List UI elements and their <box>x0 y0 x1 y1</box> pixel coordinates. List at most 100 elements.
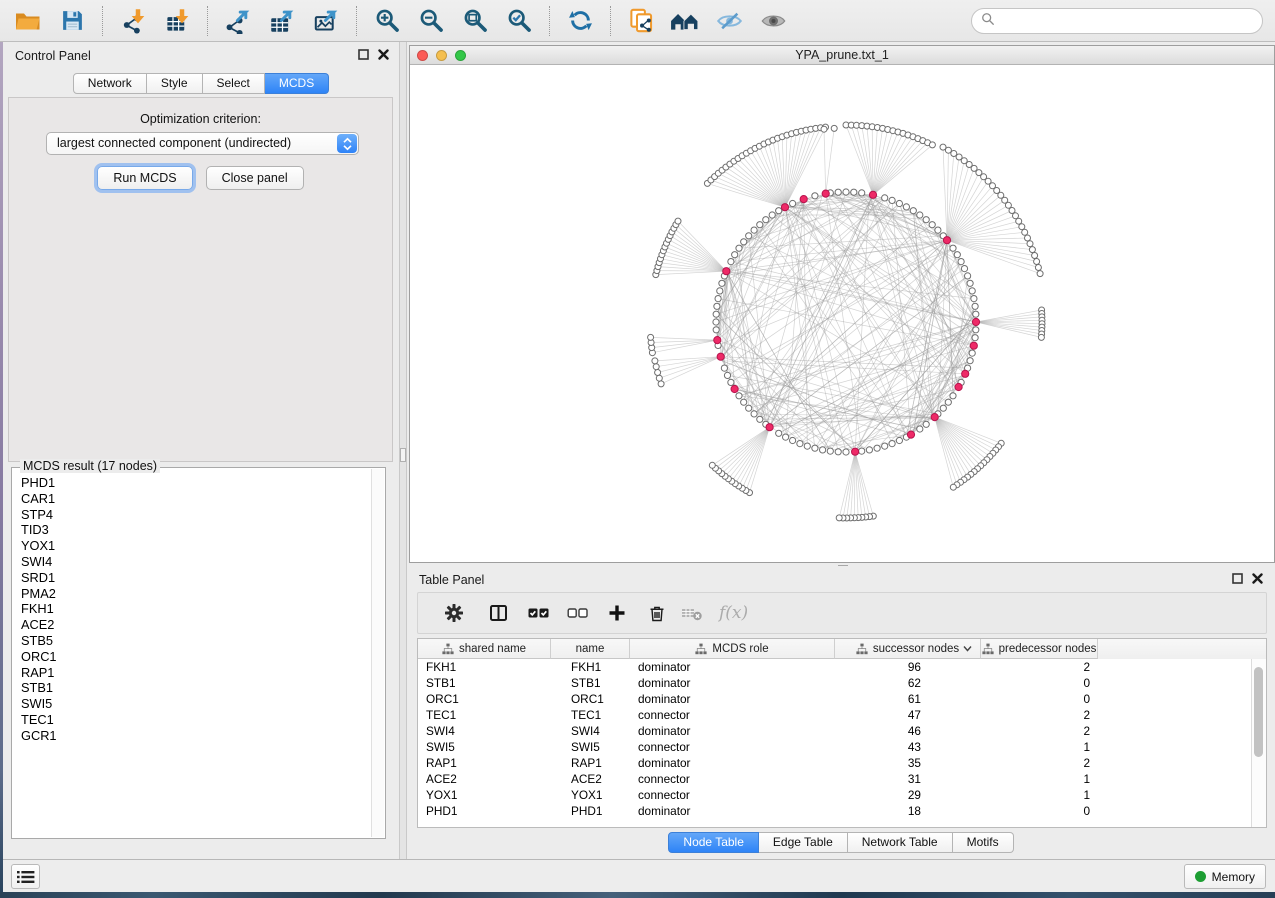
network-hub-node[interactable] <box>766 424 773 431</box>
float-panel-icon[interactable] <box>358 49 369 60</box>
table-row[interactable]: SWI5SWI5connector431 <box>418 739 1266 755</box>
column-header-MCDS-role[interactable]: MCDS role <box>630 639 835 659</box>
network-node[interactable] <box>1034 259 1040 265</box>
network-node[interactable] <box>973 311 979 317</box>
network-node[interactable] <box>1022 229 1028 235</box>
network-node[interactable] <box>1019 224 1025 230</box>
network-node[interactable] <box>961 266 967 272</box>
vertical-splitter[interactable] <box>399 42 407 859</box>
mcds-result-node[interactable]: SRD1 <box>21 570 370 586</box>
network-node[interactable] <box>715 296 721 302</box>
memory-button[interactable]: Memory <box>1184 864 1266 889</box>
network-hub-node[interactable] <box>970 342 977 349</box>
network-node[interactable] <box>790 200 796 206</box>
mcds-result-node[interactable]: FKH1 <box>21 601 370 617</box>
mcds-result-node[interactable]: STB5 <box>21 633 370 649</box>
import-table-icon[interactable] <box>162 5 192 37</box>
network-node[interactable] <box>923 217 929 223</box>
tab-mcds[interactable]: MCDS <box>265 73 329 94</box>
close-panel-icon[interactable] <box>1252 573 1263 584</box>
mcds-result-node[interactable]: TID3 <box>21 522 370 538</box>
network-node[interactable] <box>656 375 662 381</box>
network-hub-node[interactable] <box>800 196 807 203</box>
network-node[interactable] <box>940 405 946 411</box>
search-box[interactable] <box>971 8 1263 34</box>
network-node[interactable] <box>945 147 951 153</box>
zoom-selected-icon[interactable] <box>504 5 534 37</box>
close-panel-button[interactable]: Close panel <box>206 166 304 190</box>
network-node[interactable] <box>1027 241 1033 247</box>
network-node[interactable] <box>1029 247 1035 253</box>
mcds-result-node[interactable]: STP4 <box>21 507 370 523</box>
network-node[interactable] <box>896 437 902 443</box>
mcds-result-node[interactable]: RAP1 <box>21 665 370 681</box>
mcds-result-list[interactable]: PHD1CAR1STP4TID3YOX1SWI4SRD1PMA2FKH1ACE2… <box>13 471 370 837</box>
network-hub-node[interactable] <box>731 385 738 392</box>
mcds-result-node[interactable]: STB1 <box>21 680 370 696</box>
tab-motifs[interactable]: Motifs <box>953 832 1014 853</box>
network-node[interactable] <box>882 195 888 201</box>
delete-column-icon[interactable] <box>647 603 667 623</box>
column-header-shared-name[interactable]: shared name <box>418 639 551 659</box>
network-node[interactable] <box>652 358 658 364</box>
mcds-result-node[interactable]: YOX1 <box>21 538 370 554</box>
network-node[interactable] <box>917 426 923 432</box>
hide-selected-icon[interactable] <box>714 5 744 37</box>
export-table-icon[interactable] <box>267 5 297 37</box>
tab-network[interactable]: Network <box>73 73 147 94</box>
network-hub-node[interactable] <box>717 353 724 360</box>
network-node[interactable] <box>917 212 923 218</box>
network-node[interactable] <box>797 441 803 447</box>
table-row[interactable]: FKH1FKH1dominator962 <box>418 659 1266 675</box>
network-node[interactable] <box>812 445 818 451</box>
table-row[interactable]: ORC1ORC1dominator610 <box>418 691 1266 707</box>
network-node[interactable] <box>746 405 752 411</box>
show-all-icon[interactable] <box>758 5 788 37</box>
network-node[interactable] <box>675 218 681 224</box>
network-node[interactable] <box>763 217 769 223</box>
table-row[interactable]: YOX1YOX1connector291 <box>418 787 1266 803</box>
network-node[interactable] <box>728 379 734 385</box>
network-node[interactable] <box>741 399 747 405</box>
network-node[interactable] <box>1037 271 1043 277</box>
network-node[interactable] <box>804 443 810 449</box>
table-row[interactable]: SWI4SWI4dominator462 <box>418 723 1266 739</box>
network-node[interactable] <box>859 448 865 454</box>
network-hub-node[interactable] <box>723 268 730 275</box>
export-image-icon[interactable] <box>311 5 341 37</box>
network-node[interactable] <box>790 437 796 443</box>
network-node[interactable] <box>972 303 978 309</box>
mcds-result-node[interactable]: GCR1 <box>21 728 370 744</box>
network-node[interactable] <box>836 515 842 521</box>
network-node[interactable] <box>889 441 895 447</box>
network-node[interactable] <box>1016 218 1022 224</box>
network-node[interactable] <box>896 200 902 206</box>
settings-gear-icon[interactable] <box>444 603 464 623</box>
deselect-all-columns-icon[interactable] <box>566 603 589 623</box>
zoom-in-icon[interactable] <box>372 5 402 37</box>
table-row[interactable]: RAP1RAP1dominator352 <box>418 755 1266 771</box>
column-header-successor-nodes[interactable]: successor nodes <box>835 639 981 659</box>
network-node[interactable] <box>972 335 978 341</box>
network-node[interactable] <box>859 190 865 196</box>
table-scrollbar[interactable] <box>1251 659 1266 827</box>
network-node[interactable] <box>954 252 960 258</box>
network-node[interactable] <box>910 208 916 214</box>
network-node[interactable] <box>1035 265 1041 271</box>
table-scrollbar-thumb[interactable] <box>1254 667 1263 757</box>
network-node[interactable] <box>821 126 827 132</box>
network-node[interactable] <box>969 350 975 356</box>
network-node[interactable] <box>717 288 723 294</box>
network-node[interactable] <box>973 327 979 333</box>
network-hub-node[interactable] <box>972 318 979 325</box>
network-node[interactable] <box>971 296 977 302</box>
select-all-columns-icon[interactable] <box>527 603 550 623</box>
import-network-icon[interactable] <box>118 5 148 37</box>
refresh-layout-icon[interactable] <box>565 5 595 37</box>
network-hub-node[interactable] <box>931 414 938 421</box>
network-node[interactable] <box>950 393 956 399</box>
network-node[interactable] <box>950 484 956 490</box>
network-node[interactable] <box>724 372 730 378</box>
network-node[interactable] <box>757 416 763 422</box>
network-hub-node[interactable] <box>781 204 788 211</box>
